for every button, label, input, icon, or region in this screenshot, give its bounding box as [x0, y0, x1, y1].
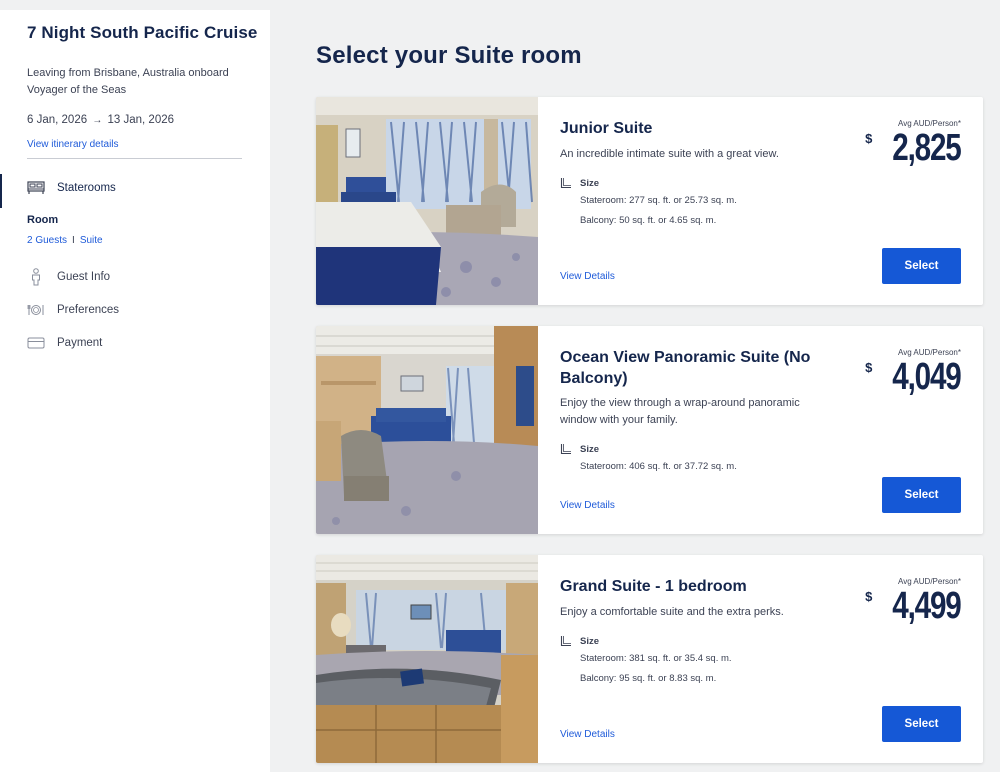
- person-icon: [27, 268, 45, 286]
- suite-card-grand: Grand Suite - 1 bedroom Enjoy a comforta…: [316, 555, 983, 763]
- room-summary: 2 Guests I Suite: [27, 235, 103, 246]
- suite-photo-junior: [316, 97, 538, 305]
- currency-symbol: $: [865, 360, 873, 375]
- price: $ 2,825: [865, 127, 962, 169]
- room-type-link[interactable]: Suite: [80, 235, 103, 246]
- size-label: Size: [580, 443, 600, 455]
- suite-name: Grand Suite - 1 bedroom: [560, 578, 747, 595]
- balcony-size: Balcony: 95 sq. ft. or 8.83 sq. m.: [580, 673, 717, 684]
- suite-description: An incredible intimate suite with a grea…: [560, 148, 779, 160]
- size-icon: [560, 444, 571, 455]
- suite-description: Enjoy the view through a wrap-around pan…: [560, 397, 800, 426]
- room-label: Room: [27, 214, 59, 226]
- trip-description: Leaving from Brisbane, Australia onboard…: [27, 67, 229, 96]
- select-button[interactable]: Select: [882, 706, 961, 742]
- currency-symbol: $: [865, 131, 873, 146]
- trip-dates: 6 Jan, 2026 → 13 Jan, 2026: [27, 114, 174, 126]
- view-itinerary-link[interactable]: View itinerary details: [27, 139, 119, 150]
- stateroom-size: Stateroom: 381 sq. ft. or 35.4 sq. m.: [580, 653, 732, 664]
- nav-item-preferences[interactable]: Preferences: [27, 302, 119, 318]
- trip-date-end: 13 Jan, 2026: [107, 114, 175, 126]
- size-icon: [560, 636, 571, 647]
- trip-date-start: 6 Jan, 2026: [27, 114, 88, 126]
- nav-item-guest-info[interactable]: Guest Info: [27, 268, 111, 286]
- nav-item-staterooms[interactable]: Staterooms: [27, 180, 116, 196]
- select-button[interactable]: Select: [882, 248, 961, 284]
- nav-label-preferences: Preferences: [57, 304, 120, 316]
- currency-symbol: $: [865, 589, 873, 604]
- suite-name: Junior Suite: [560, 120, 653, 137]
- room-guests-link[interactable]: 2 Guests: [27, 235, 67, 246]
- suite-photo-ocean-view-panoramic: [316, 326, 538, 534]
- active-step-indicator: [0, 174, 2, 208]
- dining-icon: [27, 302, 45, 318]
- view-details-link[interactable]: View Details: [560, 500, 615, 511]
- trip-title: 7 Night South Pacific Cruise: [27, 23, 258, 42]
- balcony-size: Balcony: 50 sq. ft. or 4.65 sq. m.: [580, 215, 717, 226]
- suite-description: Enjoy a comfortable suite and the extra …: [560, 606, 784, 618]
- page-title: Select your Suite room: [316, 42, 582, 69]
- view-details-link[interactable]: View Details: [560, 729, 615, 740]
- size-label: Size: [580, 635, 600, 647]
- price-amount: 4,499: [892, 585, 962, 627]
- suite-card-ocean-view-panoramic: Ocean View Panoramic Suite (No Balcony) …: [316, 326, 983, 534]
- stateroom-size: Stateroom: 406 sq. ft. or 37.72 sq. m.: [580, 461, 737, 472]
- divider: [27, 158, 242, 159]
- nav-label-payment: Payment: [57, 337, 103, 349]
- bed-icon: [27, 180, 45, 196]
- price: $ 4,499: [865, 585, 962, 627]
- credit-card-icon: [27, 335, 45, 351]
- size-row: Size: [560, 635, 599, 647]
- stateroom-size: Stateroom: 277 sq. ft. or 25.73 sq. m.: [580, 195, 737, 206]
- size-icon: [560, 178, 571, 189]
- view-details-link[interactable]: View Details: [560, 271, 615, 282]
- size-row: Size: [560, 177, 599, 189]
- nav-label-staterooms: Staterooms: [57, 182, 116, 194]
- trip-sidebar: 7 Night South Pacific Cruise Leaving fro…: [0, 10, 270, 772]
- select-button[interactable]: Select: [882, 477, 961, 513]
- price-amount: 4,049: [892, 356, 962, 398]
- suite-photo-grand: [316, 555, 538, 763]
- price: $ 4,049: [865, 356, 962, 398]
- room-summary-separator: I: [72, 235, 75, 246]
- price-amount: 2,825: [892, 127, 962, 169]
- size-label: Size: [580, 177, 600, 189]
- nav-label-guest-info: Guest Info: [57, 271, 111, 283]
- nav-item-payment[interactable]: Payment: [27, 335, 102, 351]
- arrow-right-icon: →: [92, 115, 103, 126]
- suite-card-junior: Junior Suite An incredible intimate suit…: [316, 97, 983, 305]
- size-row: Size: [560, 443, 599, 455]
- suite-name: Ocean View Panoramic Suite (No Balcony): [560, 349, 811, 387]
